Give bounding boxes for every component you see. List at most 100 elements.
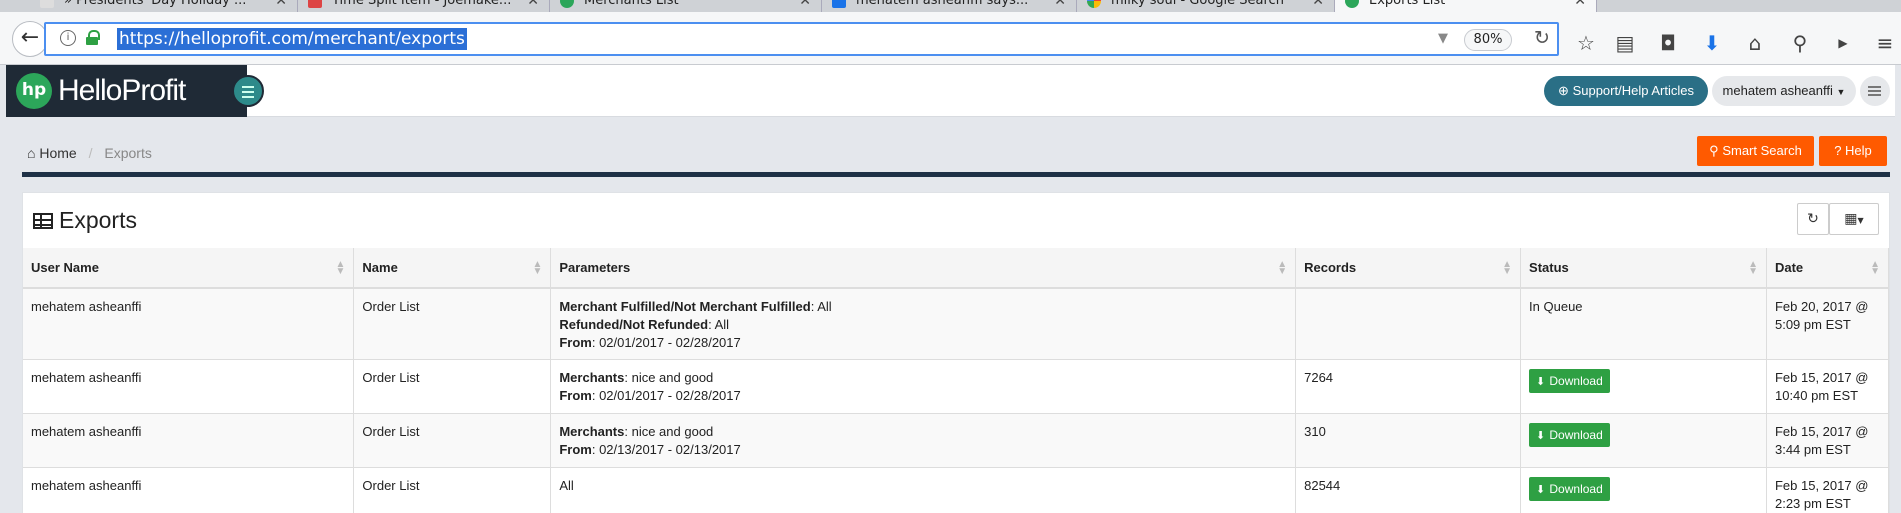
panel-title: Exports	[33, 207, 137, 234]
sort-icon: ▲ ▼	[532, 259, 543, 277]
cell-status: ⬇ Download	[1520, 359, 1767, 414]
info-icon[interactable]: i	[60, 30, 76, 46]
hamburger-menu-button[interactable]	[1860, 76, 1890, 106]
sort-icon: ▲ ▼	[1277, 259, 1288, 277]
cell-date: Feb 15, 2017 @3:44 pm EST	[1766, 413, 1890, 468]
breadcrumb-home-link[interactable]: Home	[39, 145, 76, 161]
sort-icon: ▲ ▼	[1870, 259, 1880, 277]
exports-panel: Exports ↻ ▦▼ User Name ▲ ▼ Name ▲ ▼ Paramete…	[22, 192, 1890, 513]
tab-close-icon[interactable]: ✕	[1054, 0, 1066, 12]
cell-user-name: mehatem asheanffi	[23, 467, 355, 513]
download-button[interactable]: ⬇ Download	[1529, 422, 1610, 447]
table-row: mehatem asheanffi Order List All 82544 ⬇…	[23, 467, 1890, 513]
download-button[interactable]: ⬇ Download	[1529, 368, 1610, 393]
home-icon[interactable]: ⌂	[27, 145, 35, 161]
browser-tab[interactable]: » Presidents' Day Holiday ... ✕	[30, 0, 298, 12]
download-icon: ⬇	[1536, 429, 1546, 442]
cell-name: Order List	[353, 359, 552, 414]
tab-close-icon[interactable]: ✕	[275, 0, 287, 12]
pocket-icon[interactable]: ◘	[1655, 30, 1681, 56]
tab-favicon-icon	[40, 0, 54, 8]
header-divider	[22, 172, 1890, 177]
table-row: mehatem asheanffi Order List Merchants: …	[23, 413, 1890, 468]
url-text[interactable]: https://helloprofit.com/merchant/exports	[117, 28, 467, 50]
download-icon: ⬇	[1536, 375, 1546, 388]
browser-menu-icon[interactable]: ≡	[1872, 30, 1898, 56]
cell-date: Feb 15, 2017 @10:40 pm EST	[1766, 359, 1890, 414]
globe-icon: ⊕	[1558, 83, 1569, 98]
cell-name: Order List	[353, 413, 552, 468]
refresh-icon: ↻	[1807, 211, 1819, 227]
cell-user-name: mehatem asheanffi	[23, 288, 355, 360]
cell-records: 310	[1295, 413, 1522, 468]
columns-grid-icon: ▦	[1844, 211, 1858, 227]
table-row: mehatem asheanffi Order List Merchant Fu…	[23, 288, 1890, 360]
smart-search-button[interactable]: ⚲ Smart Search	[1697, 136, 1814, 166]
browser-toolbar: ← i https://helloprofit.com/merchant/exp…	[0, 12, 1901, 65]
back-arrow-icon[interactable]: ←	[12, 21, 48, 57]
cell-parameters: Merchants: nice and good From: 02/13/201…	[550, 413, 1297, 468]
download-arrow-icon[interactable]: ⬇	[1699, 30, 1725, 56]
breadcrumb-separator: /	[88, 145, 93, 161]
breadcrumb-current: Exports	[104, 145, 152, 161]
browser-tab[interactable]: milky soul - Google Search ✕	[1077, 0, 1335, 12]
support-help-button[interactable]: ⊕ Support/Help Articles	[1544, 76, 1708, 106]
caret-down-icon: ▼	[1836, 87, 1846, 97]
refresh-button[interactable]: ↻	[1797, 203, 1829, 235]
caret-down-icon: ▼	[1857, 216, 1864, 225]
cell-records: 7264	[1295, 359, 1522, 414]
lock-icon[interactable]	[86, 30, 100, 45]
helloprofit-favicon-icon	[1345, 0, 1359, 8]
chevron-down-icon[interactable]: ▼	[1438, 31, 1448, 46]
reader-list-icon[interactable]: ▤	[1612, 30, 1638, 56]
address-bar[interactable]: i https://helloprofit.com/merchant/expor…	[44, 22, 1559, 56]
columns-toggle-button[interactable]: ▦▼	[1829, 203, 1879, 235]
column-header-name[interactable]: Name ▲ ▼	[353, 248, 552, 289]
home-icon[interactable]: ⌂	[1742, 30, 1768, 56]
cell-user-name: mehatem asheanffi	[23, 413, 355, 468]
app-header: hp HelloProfit ⊕ Support/Help Articles m…	[6, 65, 1895, 117]
browser-tab[interactable]: Merchants List ✕	[550, 0, 822, 12]
youtube-icon[interactable]: ▶	[1830, 30, 1856, 56]
cell-name: Order List	[353, 288, 552, 360]
bookmark-star-icon[interactable]: ☆	[1573, 30, 1599, 56]
cell-status: In Queue	[1520, 288, 1767, 360]
search-icon: ⚲	[1709, 143, 1719, 158]
cell-status: ⬇ Download	[1520, 413, 1767, 468]
zoom-indicator[interactable]: 80%	[1464, 29, 1512, 51]
google-favicon-icon	[1087, 0, 1101, 8]
tab-close-icon[interactable]: ✕	[799, 0, 811, 12]
browser-tab[interactable]: mehatem asheanffi says... ✕	[822, 0, 1077, 12]
user-menu-button[interactable]: mehatem asheanffi ▼	[1712, 76, 1856, 106]
tab-close-icon[interactable]: ✕	[1312, 0, 1324, 12]
cell-name: Order List	[353, 467, 552, 513]
cell-user-name: mehatem asheanffi	[23, 359, 355, 414]
cell-records: 82544	[1295, 467, 1522, 513]
helloprofit-logo-icon: hp	[16, 73, 52, 109]
tab-close-icon[interactable]: ✕	[1574, 0, 1586, 12]
cell-parameters: Merchants: nice and good From: 02/01/201…	[550, 359, 1297, 414]
column-header-status[interactable]: Status ▲ ▼	[1520, 248, 1767, 289]
column-header-parameters[interactable]: Parameters ▲ ▼	[550, 248, 1297, 289]
breadcrumb: ⌂ Home / Exports	[27, 145, 152, 161]
helloprofit-favicon-icon	[560, 0, 574, 8]
table-icon	[33, 213, 53, 229]
sidebar-toggle-button[interactable]	[232, 75, 264, 107]
brand-area[interactable]: hp HelloProfit	[6, 65, 247, 117]
tab-close-icon[interactable]: ✕	[527, 0, 539, 12]
browser-tab[interactable]: Time Split Item - Joemake... ✕	[298, 0, 550, 12]
brand-name: HelloProfit	[58, 74, 186, 107]
search-icon[interactable]: ⚲	[1787, 30, 1813, 56]
cell-date: Feb 20, 2017 @5:09 pm EST	[1766, 288, 1890, 360]
column-header-user-name[interactable]: User Name ▲ ▼	[23, 248, 355, 289]
question-circle-icon: ?	[1834, 143, 1842, 158]
column-header-date[interactable]: Date ▲ ▼	[1766, 248, 1890, 289]
reload-icon[interactable]: ↻	[1534, 27, 1550, 49]
cell-date: Feb 15, 2017 @2:23 pm EST	[1766, 467, 1890, 513]
cell-parameters: All	[550, 467, 1297, 513]
help-button[interactable]: ? Help	[1819, 136, 1887, 166]
cell-parameters: Merchant Fulfilled/Not Merchant Fulfille…	[550, 288, 1297, 360]
column-header-records[interactable]: Records ▲ ▼	[1295, 248, 1522, 289]
browser-tab-active[interactable]: Exports List ✕	[1335, 0, 1597, 12]
download-button[interactable]: ⬇ Download	[1529, 476, 1610, 501]
